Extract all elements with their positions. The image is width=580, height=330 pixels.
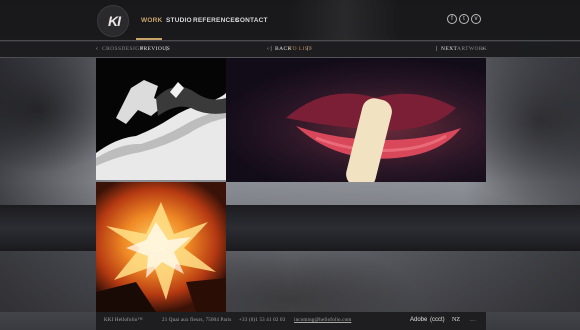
facebook-icon[interactable]: f bbox=[447, 14, 457, 24]
next-button[interactable]: Next bbox=[441, 46, 457, 52]
twitter-icon[interactable]: t bbox=[459, 14, 469, 24]
nav-work[interactable]: Work bbox=[141, 17, 162, 24]
separator-icon: | bbox=[166, 46, 168, 52]
chevron-right-icon: › bbox=[482, 46, 484, 52]
project-image-paint-splash[interactable] bbox=[96, 58, 226, 180]
client-logo-ccct: (ccct) bbox=[430, 317, 445, 323]
nav-references[interactable]: References bbox=[193, 17, 239, 24]
client-logo-misc: ..... bbox=[470, 317, 476, 322]
separator-icon: | bbox=[436, 46, 438, 52]
footer-phone: +33 (0)1 53 41 02 03 bbox=[239, 318, 286, 323]
footer-company: KKI Hellofolio™ bbox=[104, 318, 143, 323]
explosion-artwork bbox=[96, 202, 226, 312]
header-watermark bbox=[290, 0, 400, 40]
logo-text: KI bbox=[108, 13, 121, 29]
lips-artwork bbox=[286, 93, 461, 182]
background-band bbox=[0, 205, 580, 251]
nav-active-indicator bbox=[136, 38, 162, 40]
project-image-lips[interactable] bbox=[226, 58, 486, 182]
client-logo-adobe: Adobe bbox=[410, 317, 428, 323]
project-image-explosion[interactable] bbox=[96, 182, 226, 312]
nav-contact[interactable]: Contact bbox=[235, 17, 268, 24]
site-footer: KKI Hellofolio™ 21 Quai aux fleurs, 7500… bbox=[96, 312, 486, 330]
nav-studio[interactable]: Studio bbox=[166, 17, 192, 24]
chevron-left-icon: ‹ | bbox=[267, 46, 272, 52]
footer-email-link[interactable]: incoming@hellofolio.com bbox=[294, 318, 351, 323]
site-logo[interactable]: KI bbox=[97, 5, 129, 37]
client-logo-nz: NZ bbox=[452, 317, 460, 323]
footer-address: 21 Quai aux fleurs, 75004 Paris bbox=[162, 318, 232, 323]
chevron-left-icon: ‹ bbox=[96, 46, 98, 52]
project-subnav: ‹ Crossdesign Previous | ‹ | Back to lis… bbox=[0, 41, 580, 57]
grid-icon: | › bbox=[307, 46, 312, 52]
previous-project-link[interactable]: Crossdesign bbox=[102, 46, 144, 52]
paint-splash-artwork bbox=[96, 80, 226, 180]
vimeo-icon[interactable]: v bbox=[471, 14, 481, 24]
site-header: KI Work Studio References Contact f t v bbox=[0, 0, 580, 40]
